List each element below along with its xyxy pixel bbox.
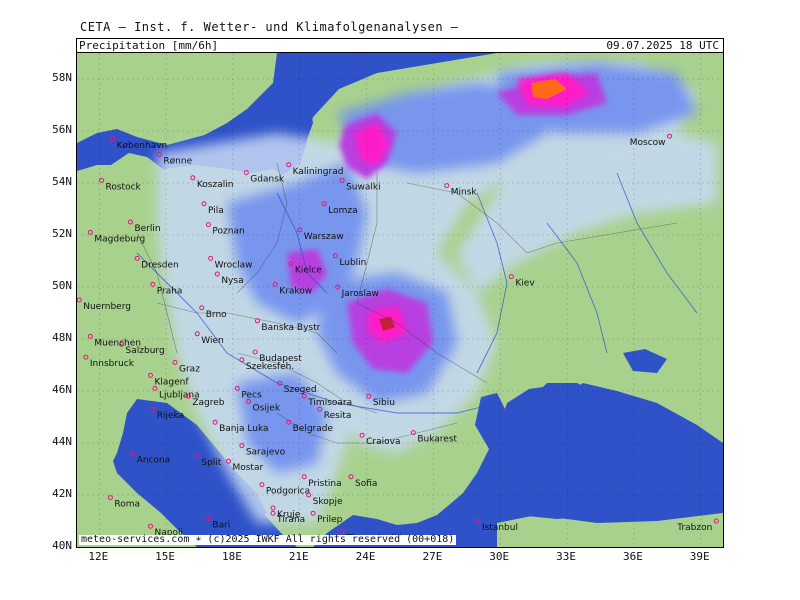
city-label: Graz [179, 364, 200, 374]
lon-label: 24E [355, 550, 376, 563]
lon-label: 36E [622, 550, 643, 563]
city-label: Prilep [317, 515, 343, 525]
city-label: Tirana [276, 515, 305, 525]
city-label: Suwalki [346, 182, 381, 192]
city-label: Podgorica [266, 487, 310, 497]
city-label: Pila [208, 206, 224, 216]
lon-label: 12E [88, 550, 109, 563]
city-label: Skopje [313, 497, 343, 507]
city-label: Mostar [232, 463, 263, 473]
city-label: Kaliningrad [293, 167, 344, 177]
city-label: København [117, 141, 168, 151]
city-label: Brno [206, 310, 227, 320]
lon-label: 30E [489, 550, 510, 563]
city-label: Warszaw [304, 232, 344, 242]
city-label: Nysa [221, 276, 243, 286]
valid-time: 09.07.2025 18 UTC [606, 39, 719, 52]
city-label: Pristina [308, 479, 341, 489]
city-label: Kielce [295, 266, 322, 276]
city-label: Krakow [279, 286, 312, 296]
institute-header: CETA – Inst. f. Wetter- und Klimafolgena… [80, 20, 459, 34]
city-label: Innsbruck [90, 359, 135, 369]
lat-label: 58N [52, 71, 72, 84]
precipitation-map: København Rønne Rostock Koszalin Gdansk Kalin… [76, 52, 724, 548]
city-label: Gdansk [250, 175, 285, 185]
city-label: Praha [157, 286, 183, 296]
city-label: Kiev [515, 279, 535, 289]
lat-label: 50N [52, 279, 72, 292]
lat-label: 44N [52, 435, 72, 448]
lat-label: 40N [52, 539, 72, 552]
city-label: Sibiu [373, 398, 395, 408]
lon-label: 15E [155, 550, 176, 563]
city-label: Bukarest [417, 435, 457, 445]
lon-label: 39E [689, 550, 710, 563]
city-label: Rønne [163, 156, 192, 166]
city-label: Wroclaw [215, 260, 253, 270]
lon-label: 27E [422, 550, 443, 563]
lat-label: 46N [52, 383, 72, 396]
city-label: Rostock [106, 182, 142, 192]
city-label: Bari [212, 520, 230, 530]
city-label: Poznan [212, 227, 244, 237]
lon-label: 18E [221, 550, 242, 563]
city-label: Dresden [141, 260, 179, 270]
lon-label: 21E [288, 550, 309, 563]
city-label: Szekesfeh. [246, 362, 294, 372]
lat-label: 52N [52, 227, 72, 240]
map-canvas: København Rønne Rostock Koszalin Gdansk Kalin… [77, 53, 723, 547]
city-label: Lomza [328, 206, 357, 216]
title-bar: Precipitation [mm/6h] 09.07.2025 18 UTC [76, 38, 724, 53]
city-label: Timisoara [307, 398, 352, 408]
city-label: Roma [114, 500, 140, 510]
city-label: Nuernberg [83, 302, 131, 312]
city-label: Berlin [134, 224, 160, 234]
lon-label: 33E [556, 550, 576, 563]
city-label: Minsk [451, 188, 478, 198]
city-label: Sofia [355, 479, 377, 489]
city-label: Resita [324, 411, 352, 421]
lat-label: 48N [52, 331, 72, 344]
city-label: Klagenf [155, 377, 190, 387]
city-label: Koszalin [197, 180, 234, 190]
lat-label: 56N [52, 123, 72, 136]
city-label: Szeged [284, 385, 317, 395]
city-label: Craiova [366, 437, 400, 447]
city-label: Ancona [137, 455, 171, 465]
city-label: Banska Bystr [261, 323, 320, 333]
city-label: Split [201, 458, 221, 468]
city-label: Istanbul [482, 523, 518, 533]
city-label: Wien [201, 336, 223, 346]
city-label: Zagreb [192, 398, 224, 408]
city-label: Sarajevo [246, 448, 286, 458]
city-label: Pecs [241, 390, 262, 400]
lat-label: 42N [52, 487, 72, 500]
city-label: Moscow [630, 138, 666, 148]
city-label: Rijeka [157, 411, 184, 421]
city-label: Lublin [339, 258, 366, 268]
city-label: Osijek [253, 403, 281, 413]
city-label: Salzburg [126, 346, 165, 356]
city-label: Belgrade [293, 424, 334, 434]
city-label: Magdeburg [94, 234, 145, 244]
city-label: Banja Luka [219, 424, 268, 434]
city-label: Jaroslaw [341, 289, 379, 299]
copyright-footer: meteo-services.com ∗ (c)2025 IWKF All ri… [79, 534, 457, 545]
city-label: Trabzon [676, 523, 712, 533]
lat-label: 54N [52, 175, 72, 188]
variable-label: Precipitation [mm/6h] [79, 39, 219, 52]
